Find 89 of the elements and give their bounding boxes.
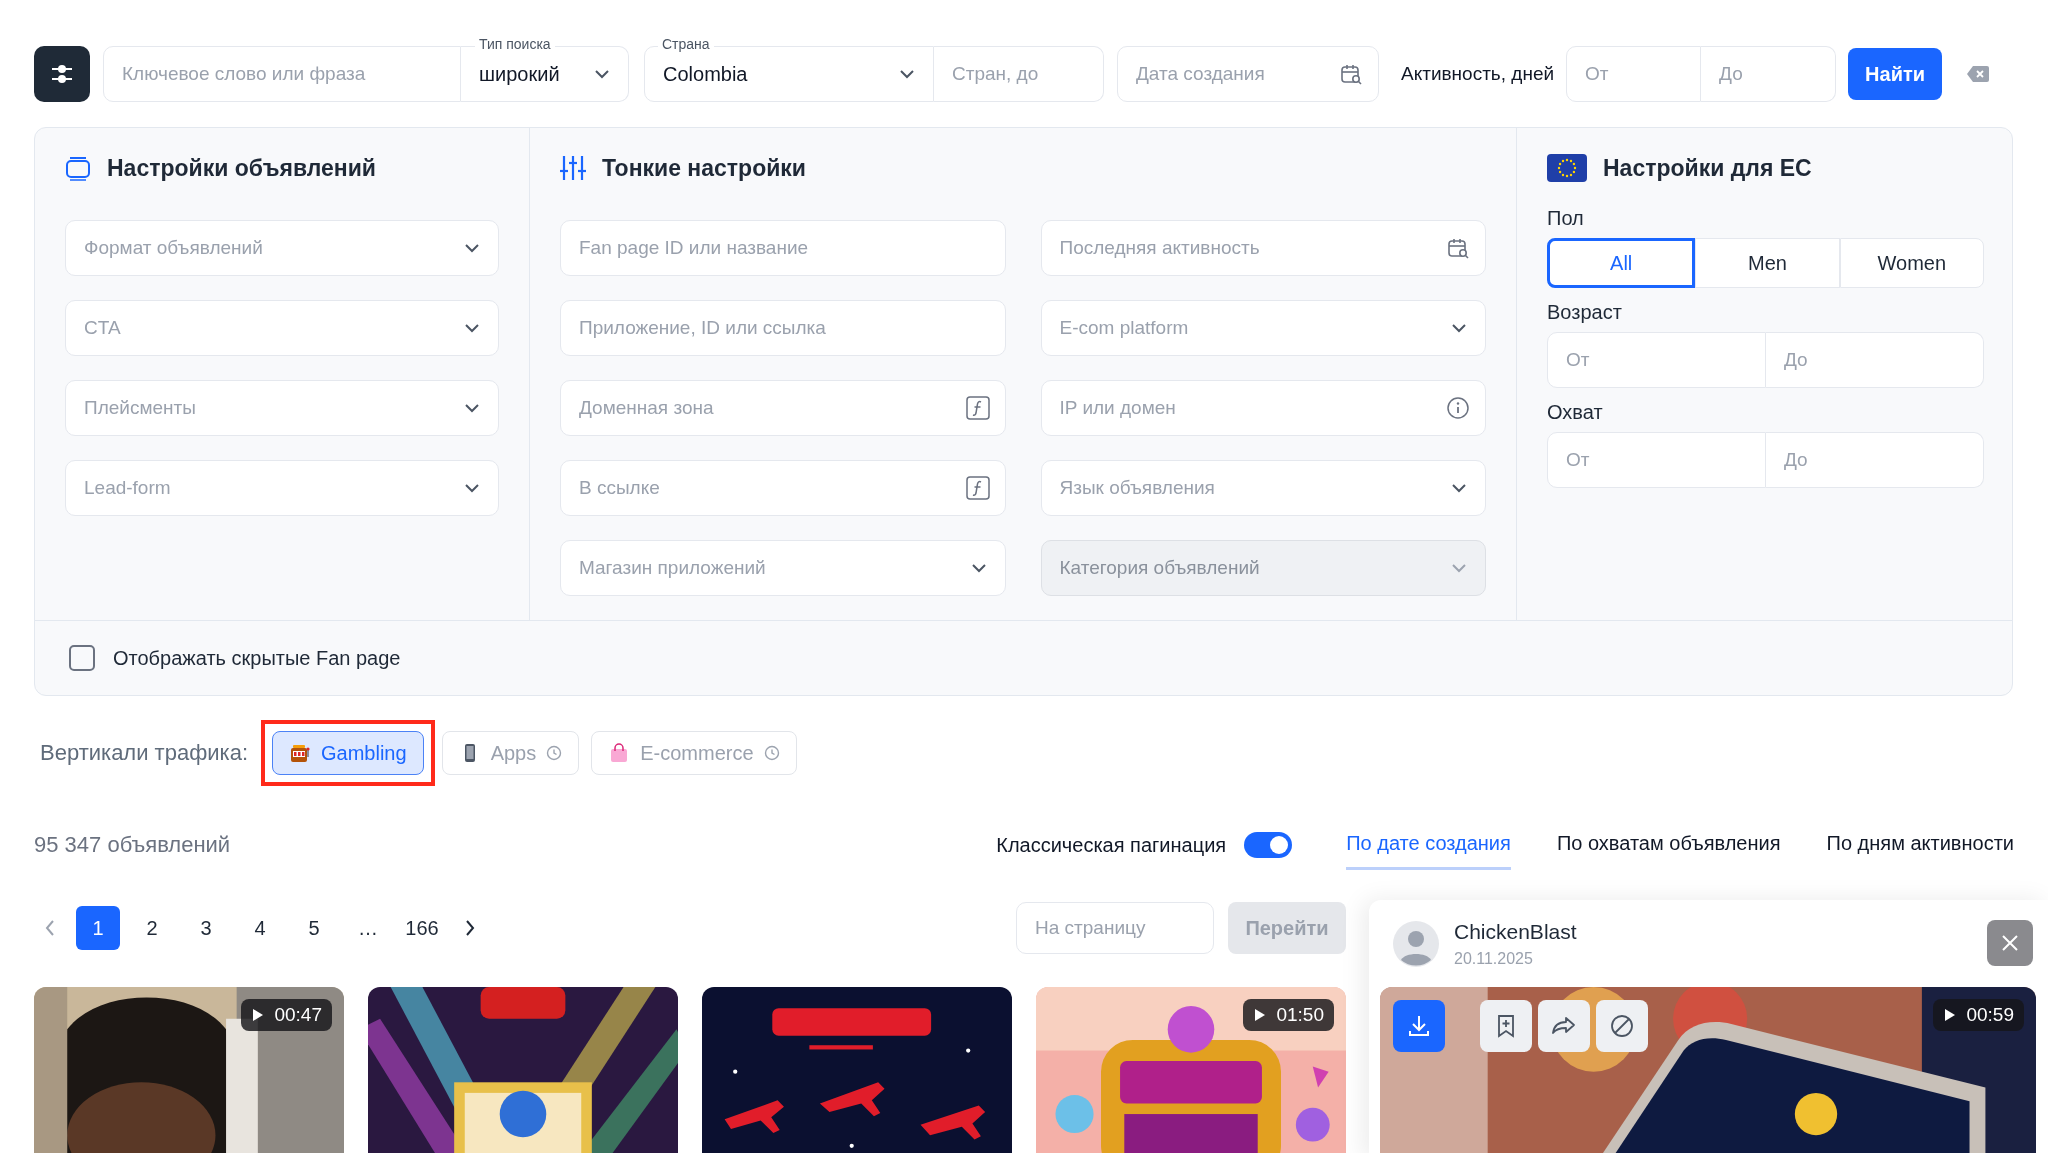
input-field[interactable]: В ссылке: [560, 460, 1006, 516]
checkbox-label: Отображать скрытые Fan page: [113, 646, 401, 670]
reach-from-field[interactable]: От: [1547, 432, 1766, 488]
download-button[interactable]: [1393, 1000, 1445, 1052]
from-field[interactable]: От: [1566, 46, 1702, 102]
close-icon: [2001, 934, 2019, 952]
vertical-chip[interactable]: E-commerce: [591, 731, 797, 775]
activity-label: Активность, дней: [1401, 63, 1555, 85]
function-icon: [965, 396, 990, 420]
gender-option[interactable]: All: [1547, 238, 1696, 288]
gender-label: Пол: [1547, 206, 1585, 230]
page-button[interactable]: …: [346, 906, 390, 950]
select-field[interactable]: Lead-form: [65, 460, 499, 516]
country-exclude-field[interactable]: Стран, до: [934, 46, 1104, 102]
ad-date: 20.11.2025: [1454, 949, 1534, 968]
chevron-icon: [464, 243, 480, 253]
page-button[interactable]: 1: [76, 906, 120, 950]
chevron-icon: [464, 483, 480, 493]
duration-badge: 01:50: [1243, 999, 1334, 1031]
input-field[interactable]: Доменная зона: [560, 380, 1006, 436]
input-field[interactable]: Приложение, ID или ссылка: [560, 300, 1006, 356]
date-field[interactable]: Последняя активность: [1040, 220, 1486, 276]
reach-to-field[interactable]: До: [1766, 432, 1984, 488]
filter-button[interactable]: [34, 46, 90, 102]
advertiser-name: ChickenBlast: [1454, 919, 1578, 944]
chevron-icon: [464, 323, 480, 333]
find-button[interactable]: Найти: [1848, 48, 1943, 100]
select-field[interactable]: Плейсменты: [65, 380, 499, 436]
page-button[interactable]: 3: [184, 906, 228, 950]
download-icon: [1406, 1013, 1432, 1039]
date-field[interactable]: Дата создания: [1117, 46, 1379, 102]
avatar-icon: [1392, 919, 1440, 968]
chevron-icon: [594, 69, 610, 79]
clear-icon[interactable]: [1966, 65, 1991, 83]
block-button[interactable]: [1596, 1000, 1648, 1052]
section-title: Настройки объявлений: [107, 154, 376, 182]
pagination-toggle[interactable]: [1244, 832, 1293, 858]
close-button[interactable]: [1987, 920, 2033, 966]
age-from-field[interactable]: От: [1547, 332, 1766, 388]
input-field[interactable]: Fan page ID или название: [560, 220, 1006, 276]
select-field[interactable]: E-com platform: [1040, 300, 1486, 356]
reach-label: Охват: [1547, 400, 1604, 424]
next-icon[interactable]: [464, 919, 476, 937]
eu-flag-icon: [1547, 154, 1587, 182]
toggle-label: Классическая пагинация: [996, 833, 1227, 857]
gender-option[interactable]: Men: [1695, 238, 1840, 288]
page-button[interactable]: 4: [238, 906, 282, 950]
calendar-icon: [1339, 62, 1363, 86]
to-field[interactable]: До: [1701, 46, 1837, 102]
chevron-icon: [1451, 563, 1467, 573]
select-field[interactable]: Язык объявления: [1040, 460, 1486, 516]
block-icon: [1609, 1013, 1635, 1039]
select-field[interactable]: Магазин приложений: [560, 540, 1006, 596]
chevron-icon: [464, 403, 480, 413]
checkbox[interactable]: [69, 645, 95, 671]
age-to-field[interactable]: До: [1766, 332, 1984, 388]
chevron-icon: [970, 563, 987, 573]
share-button[interactable]: [1538, 1000, 1590, 1052]
calendar-icon: [1446, 236, 1470, 260]
select-field[interactable]: Формат объявлений: [65, 220, 499, 276]
slot-machine-icon: [289, 742, 311, 764]
results-count: 95 347 объявлений: [34, 832, 232, 858]
sort-tab[interactable]: По дате создания: [1346, 820, 1511, 870]
keyword-field[interactable]: Ключевое слово или фраза: [103, 46, 461, 102]
input-field[interactable]: IP или домен: [1040, 380, 1486, 436]
sliders-icon: [560, 154, 586, 182]
page-button[interactable]: 5: [292, 906, 336, 950]
info-icon: [1446, 396, 1470, 420]
duration-badge: 00:47: [241, 999, 332, 1031]
vertical-chip[interactable]: Gambling: [272, 731, 424, 775]
duration-badge: 00:59: [1933, 999, 2024, 1031]
function-icon: [965, 476, 990, 500]
page-button[interactable]: 166: [400, 906, 444, 950]
page-button[interactable]: 2: [130, 906, 174, 950]
vertical-chip[interactable]: Apps: [441, 731, 580, 775]
section-title: Тонкие настройки: [602, 154, 806, 182]
select-field[interactable]: CTA: [65, 300, 499, 356]
screen-icon: [65, 155, 91, 181]
verticals-label: Вертикали трафика:: [40, 740, 248, 766]
gender-option[interactable]: Women: [1839, 238, 1984, 288]
age-label: Возраст: [1547, 300, 1623, 324]
previous-icon[interactable]: [44, 919, 56, 937]
sort-tab[interactable]: По дням активности: [1826, 820, 2014, 870]
sort-tab[interactable]: По охватам объявления: [1556, 820, 1781, 870]
chevron-icon: [1451, 483, 1467, 493]
bookmark-button[interactable]: [1480, 1000, 1532, 1052]
section-title: Настройки для ЕС: [1603, 154, 1812, 182]
chevron-icon: [1451, 323, 1467, 333]
chevron-icon: [899, 69, 915, 79]
